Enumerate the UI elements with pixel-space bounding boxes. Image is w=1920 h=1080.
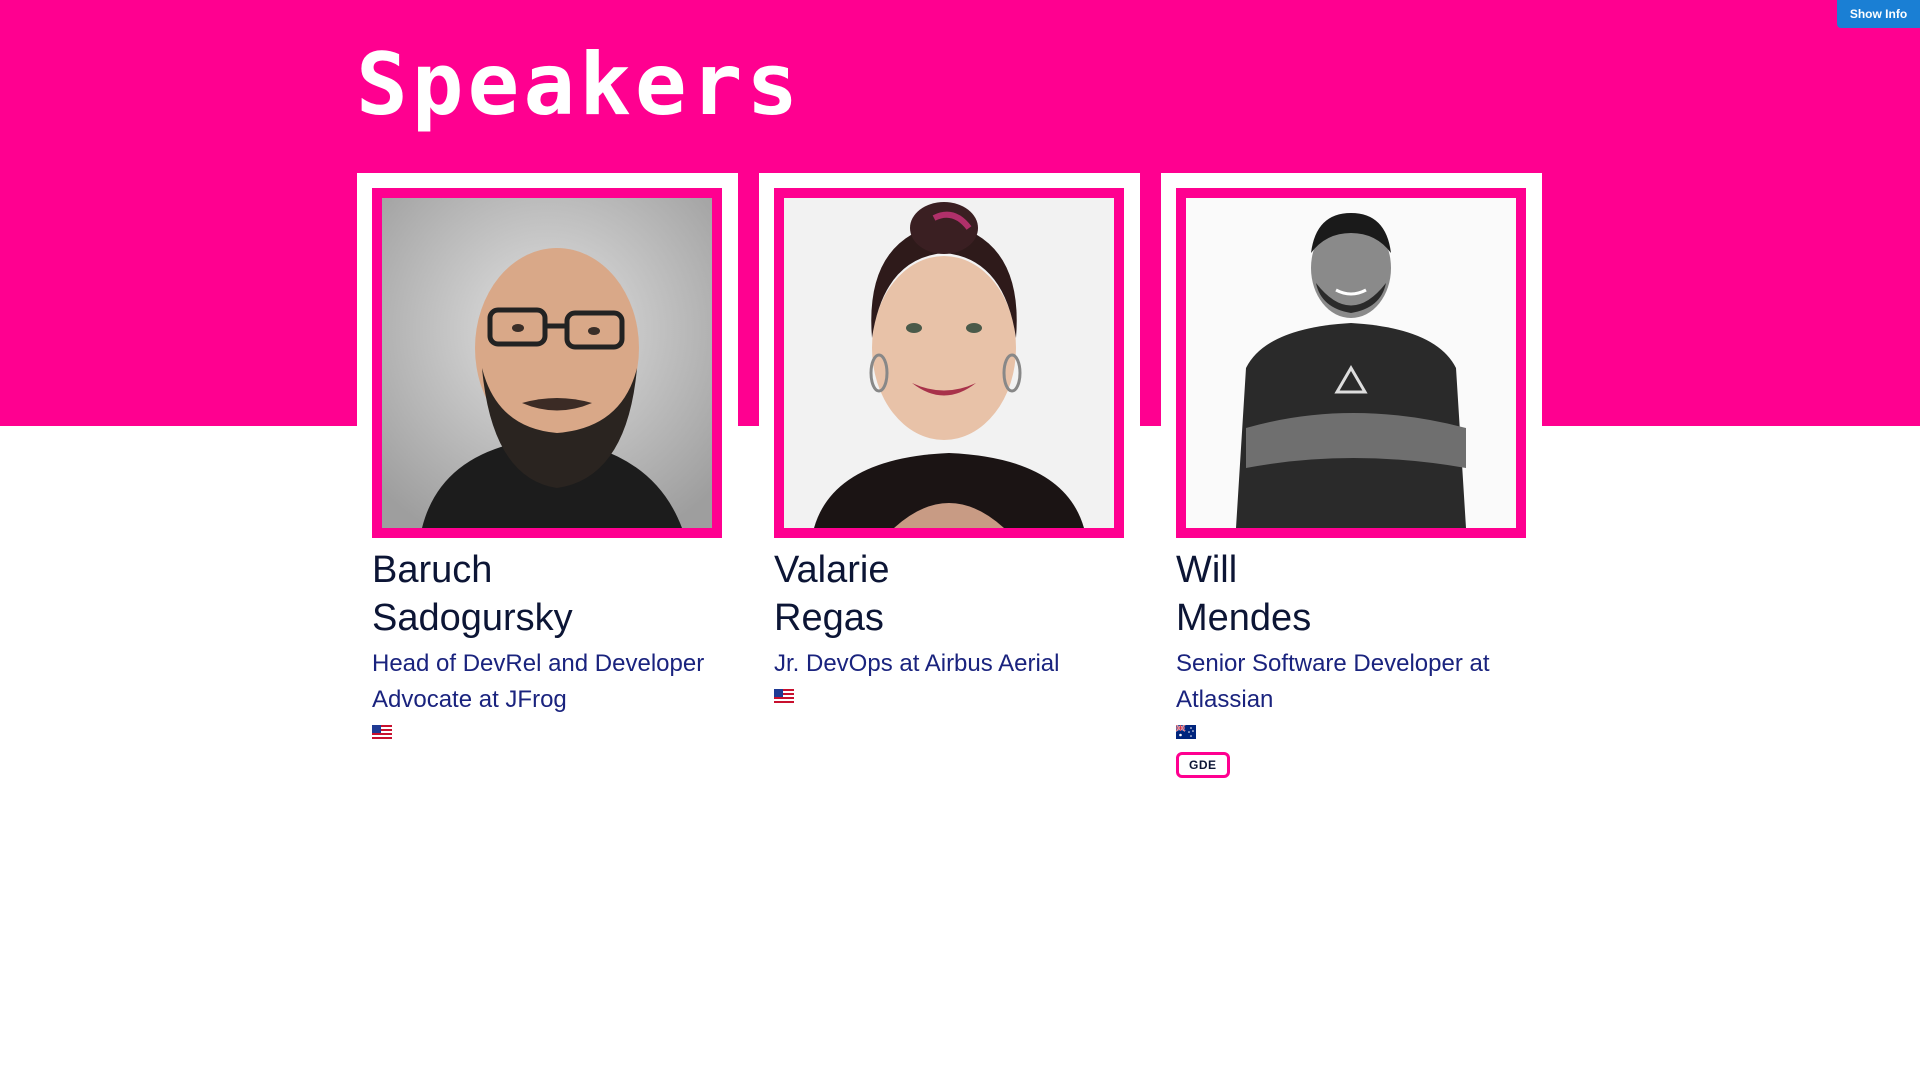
us-flag-icon (774, 689, 794, 704)
speaker-last-name: Mendes (1176, 597, 1312, 639)
photo-frame (372, 188, 722, 538)
speaker-country (1176, 720, 1542, 742)
au-flag-icon (1176, 725, 1196, 740)
speaker-card[interactable]: Will Mendes Senior Software Developer at… (1161, 173, 1542, 778)
speaker-first-name: Baruch (372, 549, 493, 591)
show-info-button[interactable]: Show Info (1837, 0, 1920, 28)
speaker-card[interactable]: Baruch Sadogursky Head of DevRel and Dev… (357, 173, 738, 740)
speaker-first-name: Will (1176, 549, 1238, 591)
speaker-country (774, 684, 1140, 706)
speaker-photo[interactable] (1186, 198, 1516, 528)
speaker-role: Head of DevRel and Developer Advocate at… (372, 650, 705, 713)
speaker-photo[interactable] (784, 198, 1114, 528)
speaker-first-name: Valarie (774, 549, 890, 591)
us-flag-icon (372, 725, 392, 740)
speaker-info: Baruch Sadogursky Head of DevRel and Dev… (372, 546, 738, 742)
photo-frame (774, 188, 1124, 538)
photo-backdrop (357, 173, 738, 538)
speaker-country (372, 720, 738, 742)
speaker-name[interactable]: Valarie Regas (774, 546, 1140, 642)
speaker-info: Will Mendes Senior Software Developer at… (1176, 546, 1542, 778)
speaker-last-name: Regas (774, 597, 884, 639)
photo-backdrop (1161, 173, 1542, 538)
speaker-card[interactable]: Valarie Regas Jr. DevOps at Airbus Aeria… (759, 173, 1140, 704)
page-title: Speakers (356, 35, 803, 135)
speaker-photo[interactable] (382, 198, 712, 528)
photo-backdrop (759, 173, 1140, 538)
speaker-role: Senior Software Developer at Atlassian (1176, 650, 1490, 713)
speaker-info: Valarie Regas Jr. DevOps at Airbus Aeria… (774, 546, 1140, 706)
gde-badge: GDE (1176, 752, 1230, 778)
speaker-name[interactable]: Baruch Sadogursky (372, 546, 738, 642)
speaker-name[interactable]: Will Mendes (1176, 546, 1542, 642)
speaker-role: Jr. DevOps at Airbus Aerial (774, 650, 1060, 677)
photo-frame (1176, 188, 1526, 538)
speaker-last-name: Sadogursky (372, 597, 573, 639)
